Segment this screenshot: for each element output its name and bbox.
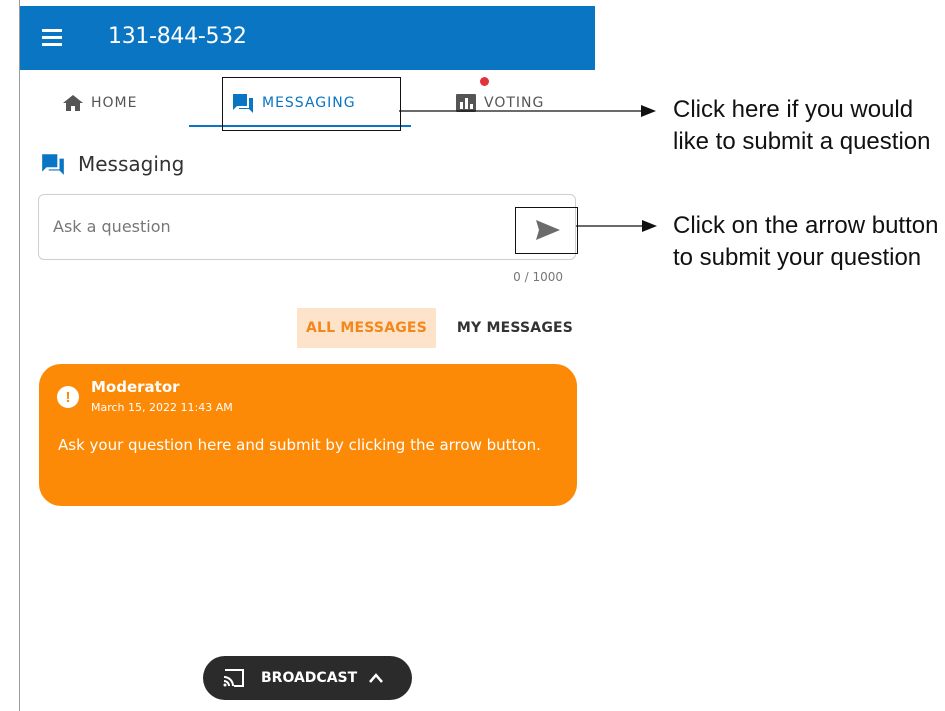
hamburger-icon[interactable] [42,29,66,47]
message-text: Ask your question here and submit by cli… [58,436,541,454]
annotation-send-arrow: Click on the arrow button to submit your… [673,212,939,271]
app-header: 131-844-532 [20,6,595,70]
home-icon [63,95,83,111]
broadcast-button[interactable]: BROADCAST [203,656,412,700]
tab-home[interactable]: HOME [62,80,137,126]
tab-home-label: HOME [91,95,138,111]
all-messages-filter[interactable]: ALL MESSAGES [297,308,436,348]
window-edge-divider [19,0,20,711]
chat-icon [42,154,64,175]
character-counter: 0 / 1000 [513,270,563,284]
question-box [38,194,576,260]
event-id: 131-844-532 [108,24,247,49]
chevron-up-icon [369,673,384,683]
annotation-submit-question: Click here if you would like to submit a… [673,96,931,155]
my-messages-filter[interactable]: MY MESSAGES [449,308,581,348]
message-card: ! Moderator March 15, 2022 11:43 AM Ask … [39,364,577,506]
notification-dot [480,77,489,86]
page-title: Messaging [40,152,184,176]
question-input[interactable] [53,217,473,236]
annotation-arrow-tab [399,105,656,117]
page-title-text: Messaging [78,152,185,176]
callout-highlight-messaging-tab [222,77,401,131]
message-timestamp: March 15, 2022 11:43 AM [91,401,233,414]
cast-icon [223,669,244,687]
annotation-arrow-send [576,220,657,232]
broadcast-label: BROADCAST [261,670,358,686]
alert-icon: ! [57,386,79,408]
message-author: Moderator [91,378,180,396]
callout-highlight-send-button [515,207,578,254]
